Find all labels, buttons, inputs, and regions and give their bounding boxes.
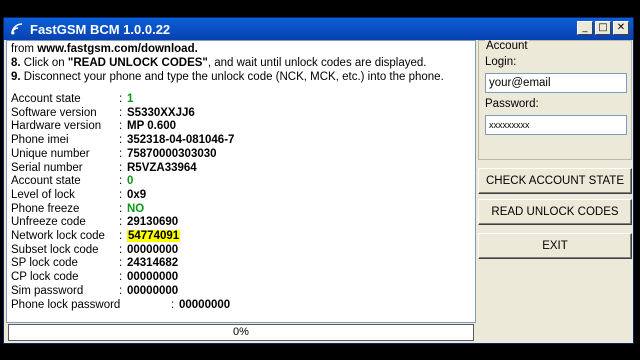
login-input[interactable]: your@email — [485, 73, 627, 93]
info-value-text: R5VZA33964 — [127, 161, 197, 174]
info-value-text: 29130690 — [127, 216, 179, 229]
info-colon: : — [119, 284, 123, 297]
info-colon: : — [119, 257, 123, 270]
minimize-button[interactable]: _ — [577, 21, 593, 35]
instruction-text: Disconnect your phone and type the unloc… — [20, 71, 444, 83]
instruction-line-3: 9. Disconnect your phone and type the un… — [11, 71, 444, 83]
info-value-text: 1 — [127, 93, 134, 105]
info-value: 29130690 — [127, 216, 178, 228]
instruction-button-ref: "READ UNLOCK CODES" — [67, 57, 208, 69]
info-value: 75870000303030 — [127, 148, 217, 160]
maximize-button[interactable]: □ — [595, 21, 611, 35]
instruction-line-2: 8. Click on "READ UNLOCK CODES", and wai… — [11, 57, 427, 69]
info-value-text: NO — [127, 202, 145, 215]
info-value: 0 — [127, 175, 133, 187]
instruction-text: Click on — [20, 57, 68, 69]
info-value-text: 00000000 — [127, 271, 179, 284]
output-panel[interactable]: from www.fastgsm.com/download. 8. Click … — [6, 40, 476, 323]
info-colon: : — [119, 134, 123, 147]
info-value-text: 0x9 — [127, 188, 147, 201]
account-group: Account Login: your@email Password: xxxx… — [478, 40, 632, 160]
password-input[interactable]: xxxxxxxxx — [485, 115, 627, 135]
info-value-text: 0 — [127, 175, 134, 188]
signal-icon — [10, 22, 24, 36]
info-value: 54774091 — [127, 230, 181, 242]
info-value: 24314682 — [127, 257, 178, 269]
read-unlock-codes-button[interactable]: READ UNLOCK CODES — [478, 199, 632, 225]
info-value: 0x9 — [127, 189, 146, 201]
window-controls: _ □ ✕ — [577, 21, 629, 35]
info-value: 00000000 — [127, 271, 178, 283]
info-value-text: 75870000303030 — [127, 147, 217, 160]
info-value-text: 00000000 — [127, 284, 179, 297]
info-value-text: MP 0.600 — [127, 120, 177, 133]
close-button[interactable]: ✕ — [613, 21, 629, 35]
info-colon: : — [119, 120, 123, 133]
progress-label: 0% — [233, 326, 249, 338]
info-colon: : — [119, 106, 123, 119]
info-colon: : — [119, 188, 123, 201]
info-value: 1 — [127, 93, 133, 105]
info-colon: : — [171, 298, 175, 311]
info-colon: : — [119, 243, 123, 256]
info-label: Phone lock password — [11, 298, 121, 311]
info-value: S5330XXJJ6 — [127, 107, 195, 119]
info-value-text: S5330XXJJ6 — [127, 106, 195, 119]
login-label: Login: — [485, 56, 517, 68]
step-number: 9. — [11, 71, 21, 83]
info-value: 00000000 — [127, 244, 178, 256]
download-link-text: www.fastgsm.com/download. — [37, 43, 198, 55]
title-bar[interactable]: FastGSM BCM 1.0.0.22 _ □ ✕ — [4, 18, 633, 40]
info-value: R5VZA33964 — [127, 162, 197, 174]
info-value: MP 0.600 — [127, 120, 176, 132]
check-account-state-button[interactable]: CHECK ACCOUNT STATE — [478, 168, 632, 194]
progress-bar: 0% — [8, 324, 474, 341]
info-value: 00000000 — [127, 285, 178, 297]
window-title: FastGSM BCM 1.0.0.22 — [30, 21, 171, 37]
info-value-text: 352318-04-081046-7 — [127, 134, 235, 147]
exit-button[interactable]: EXIT — [478, 233, 632, 259]
info-colon: : — [119, 161, 123, 174]
instruction-text: , and wait until unlock codes are displa… — [207, 57, 427, 69]
instruction-line-1: from www.fastgsm.com/download. — [11, 43, 198, 55]
account-group-title: Account — [485, 40, 529, 52]
info-colon: : — [119, 147, 123, 160]
info-value-text: 00000000 — [179, 298, 231, 311]
info-colon: : — [119, 175, 123, 188]
info-colon: : — [119, 202, 123, 215]
password-label: Password: — [485, 98, 539, 110]
info-colon: : — [119, 93, 123, 105]
info-value: 352318-04-081046-7 — [127, 134, 234, 146]
info-colon: : — [119, 230, 123, 242]
app-window: FastGSM BCM 1.0.0.22 _ □ ✕ from www.fast… — [3, 17, 634, 344]
instruction-text: from — [11, 43, 38, 55]
info-value: 00000000 — [179, 299, 230, 311]
info-value-text: 54774091 — [127, 230, 181, 242]
info-colon: : — [119, 216, 123, 229]
info-colon: : — [119, 271, 123, 284]
info-value: NO — [127, 203, 144, 215]
step-number: 8. — [11, 57, 21, 69]
info-value-text: 00000000 — [127, 243, 179, 256]
side-panel: Account Login: your@email Password: xxxx… — [478, 40, 632, 344]
info-value-text: 24314682 — [127, 257, 179, 270]
